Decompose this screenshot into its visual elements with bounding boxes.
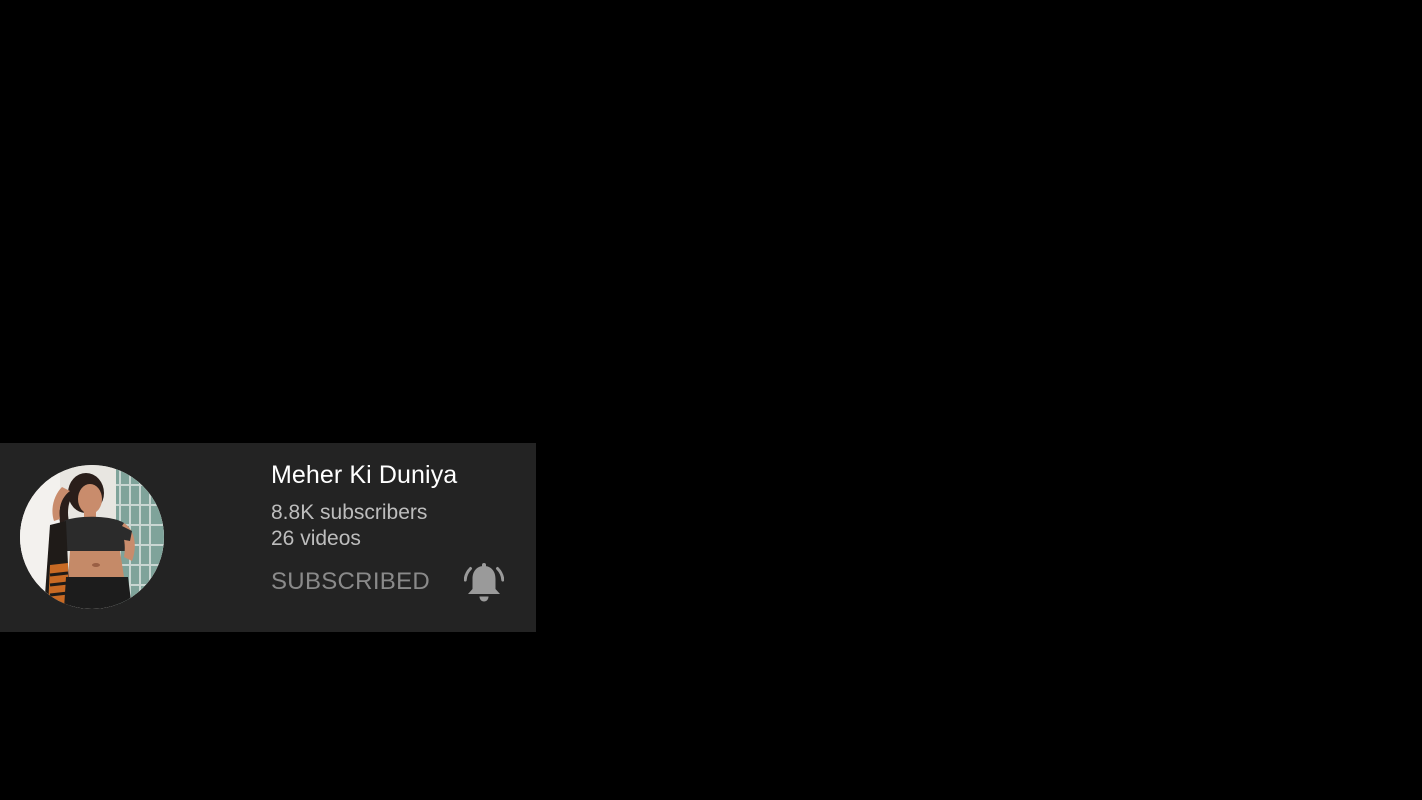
video-end-screen: Meher Ki Duniya 8.8K subscribers 26 vide… [0,0,1422,800]
subscribed-button[interactable]: SUBSCRIBED [271,568,430,596]
channel-name[interactable]: Meher Ki Duniya [271,461,457,490]
subscriber-count: 8.8K subscribers [271,501,428,524]
avatar-photo-icon [20,465,164,609]
channel-avatar[interactable] [20,465,164,609]
channel-card[interactable]: Meher Ki Duniya 8.8K subscribers 26 vide… [0,443,536,632]
bell-ringing-icon [464,563,504,602]
notification-bell-button[interactable] [464,562,504,604]
video-count: 26 videos [271,527,361,550]
